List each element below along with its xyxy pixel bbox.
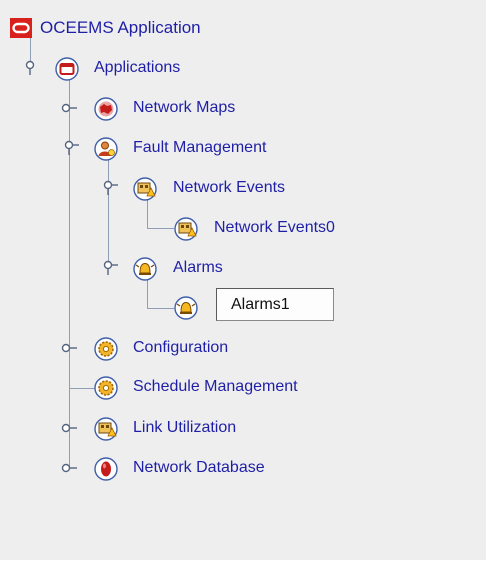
window-edge [486,0,502,573]
collapsed-handle-icon[interactable] [59,419,79,437]
window-icon [55,57,79,81]
gear-icon [94,376,118,400]
events-icon [174,217,198,241]
rename-node-input[interactable]: Alarms1 [216,288,334,321]
navigation-tree: OCEEMS Application Applications Network … [0,0,502,573]
alarm-bell-icon [174,296,198,320]
gear-icon [94,337,118,361]
tree-node-label: Applications [94,59,181,76]
expanded-handle-icon[interactable] [20,59,40,77]
tree-connector [147,308,174,309]
tree-connector [108,158,109,268]
expanded-handle-icon[interactable] [98,259,118,277]
window-edge [0,560,502,573]
collapsed-handle-icon[interactable] [59,459,79,477]
tree-connector [147,278,148,308]
events-icon [94,417,118,441]
tree-node-label: Network Events [173,179,286,196]
tree-node-label: Network Maps [133,99,236,116]
expanded-handle-icon[interactable] [59,139,79,157]
alarm-bell-icon [133,257,157,281]
tree-node-label: Network Database [133,459,265,476]
database-icon [94,457,118,481]
tree-node-label: OCEEMS Application [40,18,201,37]
tree-node-label: Fault Management [133,139,267,156]
tree-node-label: Network Events0 [214,219,335,236]
collapsed-handle-icon[interactable] [59,99,79,117]
fault-user-icon [94,137,118,161]
tree-node-label: Configuration [133,339,229,356]
collapsed-handle-icon[interactable] [59,339,79,357]
tree-connector [69,388,96,389]
map-icon [94,97,118,121]
expanded-handle-icon[interactable] [98,179,118,197]
tree-connector [69,78,70,468]
tree-node-label: Schedule Management [133,378,298,395]
oracle-logo-icon [10,18,32,38]
tree-node-label: Alarms [173,259,223,276]
events-icon [133,177,157,201]
tree-connector [147,228,174,229]
tree-node-label: Link Utilization [133,419,237,436]
tree-connector [147,198,148,228]
